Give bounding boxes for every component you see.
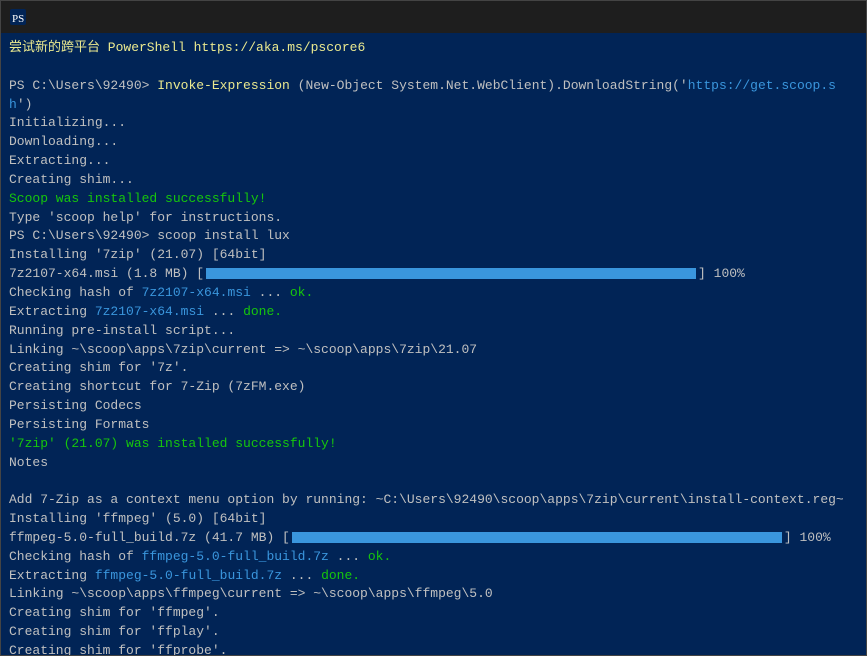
terminal-line: Creating shim... — [9, 171, 858, 190]
window-controls — [720, 1, 858, 33]
terminal-line: Persisting Codecs — [9, 397, 858, 416]
terminal-line: Creating shortcut for 7-Zip (7zFM.exe) — [9, 378, 858, 397]
terminal-line: Type 'scoop help' for instructions. — [9, 209, 858, 228]
terminal-line: Extracting... — [9, 152, 858, 171]
terminal-line: PS C:\Users\92490> scoop install lux — [9, 227, 858, 246]
svg-text:PS: PS — [12, 13, 24, 25]
terminal-line — [9, 58, 858, 77]
minimize-button[interactable] — [720, 1, 766, 33]
terminal-line: Installing 'ffmpeg' (5.0) [64bit] — [9, 510, 858, 529]
terminal-line: Add 7-Zip as a context menu option by ru… — [9, 491, 858, 510]
terminal-line: 7z2107-x64.msi (1.8 MB) [] 100% — [9, 265, 858, 284]
terminal-output[interactable]: 尝试新的跨平台 PowerShell https://aka.ms/pscore… — [1, 33, 866, 655]
close-button[interactable] — [812, 1, 858, 33]
terminal-line: Extracting ffmpeg-5.0-full_build.7z ... … — [9, 567, 858, 586]
terminal-line: Creating shim for 'ffplay'. — [9, 623, 858, 642]
terminal-line: Creating shim for 'ffmpeg'. — [9, 604, 858, 623]
terminal-line: ffmpeg-5.0-full_build.7z (41.7 MB) [] 10… — [9, 529, 858, 548]
terminal-line: Initializing... — [9, 114, 858, 133]
maximize-button[interactable] — [766, 1, 812, 33]
terminal-line: Creating shim for 'ffprobe'. — [9, 642, 858, 655]
terminal-line: Scoop was installed successfully! — [9, 190, 858, 209]
terminal-line: Creating shim for '7z'. — [9, 359, 858, 378]
terminal-line — [9, 472, 858, 491]
title-bar: PS — [1, 1, 866, 33]
terminal-line: Checking hash of ffmpeg-5.0-full_build.7… — [9, 548, 858, 567]
terminal-line: Persisting Formats — [9, 416, 858, 435]
terminal-line: Installing '7zip' (21.07) [64bit] — [9, 246, 858, 265]
terminal-line: Running pre-install script... — [9, 322, 858, 341]
powershell-icon: PS — [9, 8, 27, 26]
terminal-line: Downloading... — [9, 133, 858, 152]
terminal-line: Extracting 7z2107-x64.msi ... done. — [9, 303, 858, 322]
terminal-line: 尝试新的跨平台 PowerShell https://aka.ms/pscore… — [9, 39, 858, 58]
terminal-line: Notes — [9, 454, 858, 473]
terminal-line: Linking ~\scoop\apps\7zip\current => ~\s… — [9, 341, 858, 360]
powershell-window: PS 尝试新的跨平台 PowerShell https://aka.ms/psc… — [0, 0, 867, 656]
terminal-line: Checking hash of 7z2107-x64.msi ... ok. — [9, 284, 858, 303]
terminal-line: Linking ~\scoop\apps\ffmpeg\current => ~… — [9, 585, 858, 604]
terminal-line: '7zip' (21.07) was installed successfull… — [9, 435, 858, 454]
terminal-line: PS C:\Users\92490> Invoke-Expression (Ne… — [9, 77, 858, 115]
